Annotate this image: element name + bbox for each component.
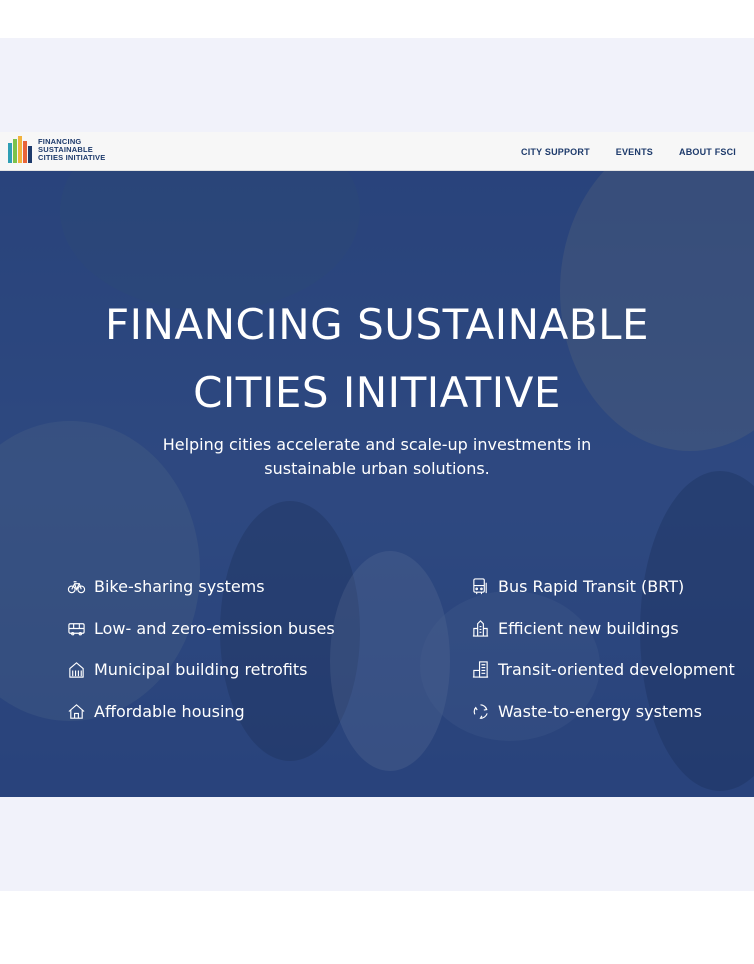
solution-item: Bus Rapid Transit (BRT)	[471, 566, 735, 608]
building-retrofit-icon	[69, 662, 84, 678]
nav-about-fsci[interactable]: ABOUT FSCI	[679, 147, 736, 157]
solution-label: Waste-to-energy systems	[498, 701, 702, 721]
nav-events[interactable]: EVENTS	[616, 147, 653, 157]
solution-item: Transit-oriented development	[471, 649, 735, 691]
logo-bars-icon	[8, 136, 32, 163]
hero-subtitle-line: Helping cities accelerate and scale-up i…	[162, 435, 592, 454]
solution-item: Affordable housing	[67, 691, 335, 733]
hero-subtitle-line: sustainable urban solutions.	[264, 459, 490, 478]
logo-text: FINANCING SUSTAINABLE CITIES INITIATIVE	[38, 137, 106, 162]
house-icon	[68, 703, 85, 719]
fsci-logo[interactable]: FINANCING SUSTAINABLE CITIES INITIATIVE	[8, 136, 105, 163]
top-band	[0, 38, 754, 132]
transit-building-icon	[472, 661, 489, 678]
solution-label: Bus Rapid Transit (BRT)	[498, 577, 685, 597]
bus-icon	[68, 622, 85, 636]
nav-city-support[interactable]: CITY SUPPORT	[521, 147, 590, 157]
hero-subtitle: Helping cities accelerate and scale-up i…	[0, 433, 754, 481]
solution-label: Bike-sharing systems	[94, 577, 265, 597]
brt-icon	[473, 578, 487, 595]
site-header: FINANCING SUSTAINABLE CITIES INITIATIVE …	[0, 132, 754, 171]
hero-title-line: FINANCING SUSTAINABLE	[104, 300, 650, 349]
solution-label: Affordable housing	[94, 701, 245, 721]
solution-label: Transit-oriented development	[498, 660, 735, 680]
skyscraper-icon	[472, 619, 489, 637]
bottom-band	[0, 797, 754, 891]
solution-label: Low- and zero-emission buses	[94, 618, 335, 638]
hero-title: FINANCING SUSTAINABLE CITIES INITIATIVE	[0, 291, 754, 427]
main-nav: CITY SUPPORT EVENTS ABOUT FSCI	[521, 132, 736, 171]
solution-item: Municipal building retrofits	[67, 649, 335, 691]
logo-line: CITIES INITIATIVE	[38, 152, 106, 162]
solutions-list-left: Bike-sharing systems Low- and zero-emiss…	[67, 566, 335, 732]
solution-label: Municipal building retrofits	[94, 660, 308, 680]
recycle-icon	[473, 704, 488, 719]
solution-label: Efficient new buildings	[498, 618, 679, 638]
solution-item: Efficient new buildings	[471, 608, 735, 650]
hero-title-line: CITIES INITIATIVE	[193, 368, 561, 417]
solution-item: Low- and zero-emission buses	[67, 608, 335, 650]
solutions-list-right: Bus Rapid Transit (BRT) Efficient new bu…	[471, 566, 735, 732]
solution-item: Waste-to-energy systems	[471, 691, 735, 733]
solution-item: Bike-sharing systems	[67, 566, 335, 608]
hero-section: FINANCING SUSTAINABLE CITIES INITIATIVE …	[0, 171, 754, 797]
bicycle-icon	[67, 581, 86, 594]
